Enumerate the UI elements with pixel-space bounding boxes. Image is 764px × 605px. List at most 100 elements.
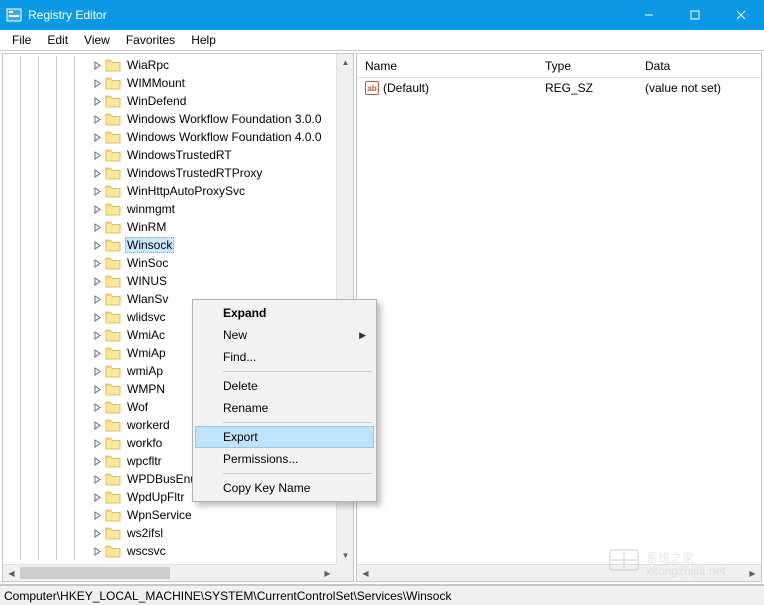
context-menu-item[interactable]: Rename: [195, 397, 374, 419]
expand-toggle[interactable]: [91, 115, 103, 124]
expand-toggle[interactable]: [91, 169, 103, 178]
scroll-track[interactable]: [20, 565, 319, 581]
expand-toggle[interactable]: [91, 511, 103, 520]
list-horizontal-scrollbar[interactable]: ◀ ▶: [357, 564, 761, 581]
expand-toggle[interactable]: [91, 223, 103, 232]
scroll-right-button[interactable]: ▶: [319, 565, 336, 582]
tree-node[interactable]: Windows Workflow Foundation 3.0.0: [3, 110, 353, 128]
folder-icon: [105, 472, 121, 486]
expand-toggle[interactable]: [91, 79, 103, 88]
expand-toggle[interactable]: [91, 241, 103, 250]
scroll-up-button[interactable]: ▲: [337, 54, 354, 71]
column-type[interactable]: Type: [537, 55, 637, 77]
menu-favorites[interactable]: Favorites: [118, 31, 183, 49]
column-data[interactable]: Data: [637, 55, 761, 77]
value-type-cell: REG_SZ: [537, 79, 637, 97]
context-menu-item[interactable]: Delete: [195, 375, 374, 397]
expand-toggle[interactable]: [91, 367, 103, 376]
tree-node-label: wmiAp: [125, 364, 165, 378]
context-menu-item[interactable]: New▶: [195, 324, 374, 346]
folder-icon: [105, 238, 121, 252]
tree-indent: [3, 74, 91, 92]
expand-toggle[interactable]: [91, 439, 103, 448]
expand-toggle[interactable]: [91, 187, 103, 196]
tree-node[interactable]: WinSoc: [3, 254, 353, 272]
context-menu-item[interactable]: Expand: [195, 302, 374, 324]
menu-view[interactable]: View: [76, 31, 118, 49]
expand-toggle[interactable]: [91, 61, 103, 70]
tree-node[interactable]: winmgmt: [3, 200, 353, 218]
list-row[interactable]: ab (Default) REG_SZ (value not set): [357, 78, 761, 98]
expand-toggle[interactable]: [91, 331, 103, 340]
expand-toggle[interactable]: [91, 493, 103, 502]
value-name-cell[interactable]: ab (Default): [357, 79, 537, 97]
list-body[interactable]: ab (Default) REG_SZ (value not set): [357, 78, 761, 564]
context-menu-separator: [223, 371, 372, 372]
tree-node-label: WpnService: [125, 508, 194, 522]
tree-node[interactable]: WindowsTrustedRTProxy: [3, 164, 353, 182]
expand-toggle[interactable]: [91, 97, 103, 106]
tree-node[interactable]: Windows Workflow Foundation 4.0.0: [3, 128, 353, 146]
folder-icon: [105, 490, 121, 504]
scroll-left-button[interactable]: ◀: [357, 565, 374, 582]
maximize-button[interactable]: [672, 0, 718, 30]
folder-icon: [105, 76, 121, 90]
menu-edit[interactable]: Edit: [39, 31, 76, 49]
scroll-thumb[interactable]: [20, 567, 170, 579]
scroll-left-button[interactable]: ◀: [3, 565, 20, 582]
column-name[interactable]: Name: [357, 55, 537, 77]
expand-toggle[interactable]: [91, 133, 103, 142]
expand-toggle[interactable]: [91, 295, 103, 304]
tree-node[interactable]: WindowsTrustedRT: [3, 146, 353, 164]
expand-toggle[interactable]: [91, 475, 103, 484]
tree-horizontal-scrollbar[interactable]: ◀ ▶: [3, 564, 336, 581]
folder-icon: [105, 202, 121, 216]
expand-toggle[interactable]: [91, 151, 103, 160]
tree-node-label: WmiAc: [125, 328, 167, 342]
context-menu-item[interactable]: Find...: [195, 346, 374, 368]
context-menu-item[interactable]: Export: [195, 426, 374, 448]
tree-node[interactable]: WpnService: [3, 506, 353, 524]
scroll-track[interactable]: [374, 565, 744, 581]
context-menu-item[interactable]: Permissions...: [195, 448, 374, 470]
folder-icon: [105, 94, 121, 108]
tree-indent: [3, 164, 91, 182]
expand-toggle[interactable]: [91, 277, 103, 286]
submenu-arrow-icon: ▶: [359, 330, 366, 341]
context-menu-separator: [223, 473, 372, 474]
tree-node[interactable]: WinHttpAutoProxySvc: [3, 182, 353, 200]
expand-toggle[interactable]: [91, 421, 103, 430]
folder-icon: [105, 184, 121, 198]
tree-node[interactable]: ws2ifsl: [3, 524, 353, 542]
tree-node[interactable]: WIMMount: [3, 74, 353, 92]
tree-node[interactable]: WINUS: [3, 272, 353, 290]
expand-toggle[interactable]: [91, 529, 103, 538]
expand-toggle[interactable]: [91, 385, 103, 394]
folder-icon: [105, 148, 121, 162]
close-button[interactable]: [718, 0, 764, 30]
context-menu-item[interactable]: Copy Key Name: [195, 477, 374, 499]
minimize-button[interactable]: [626, 0, 672, 30]
expand-toggle[interactable]: [91, 457, 103, 466]
tree-node[interactable]: WiaRpc: [3, 56, 353, 74]
tree-node[interactable]: Winsock: [3, 236, 353, 254]
tree-indent: [3, 524, 91, 542]
expand-toggle[interactable]: [91, 403, 103, 412]
tree-node[interactable]: WinRM: [3, 218, 353, 236]
tree-node[interactable]: wscsvc: [3, 542, 353, 560]
menu-file[interactable]: File: [4, 31, 39, 49]
folder-icon: [105, 418, 121, 432]
folder-icon: [105, 274, 121, 288]
expand-toggle[interactable]: [91, 313, 103, 322]
expand-toggle[interactable]: [91, 205, 103, 214]
folder-icon: [105, 400, 121, 414]
expand-toggle[interactable]: [91, 547, 103, 556]
scroll-right-button[interactable]: ▶: [744, 565, 761, 582]
tree-node[interactable]: WinDefend: [3, 92, 353, 110]
menu-help[interactable]: Help: [183, 31, 224, 49]
tree-indent: [3, 56, 91, 74]
expand-toggle[interactable]: [91, 349, 103, 358]
scroll-down-button[interactable]: ▼: [337, 547, 354, 564]
context-menu-separator: [223, 422, 372, 423]
expand-toggle[interactable]: [91, 259, 103, 268]
